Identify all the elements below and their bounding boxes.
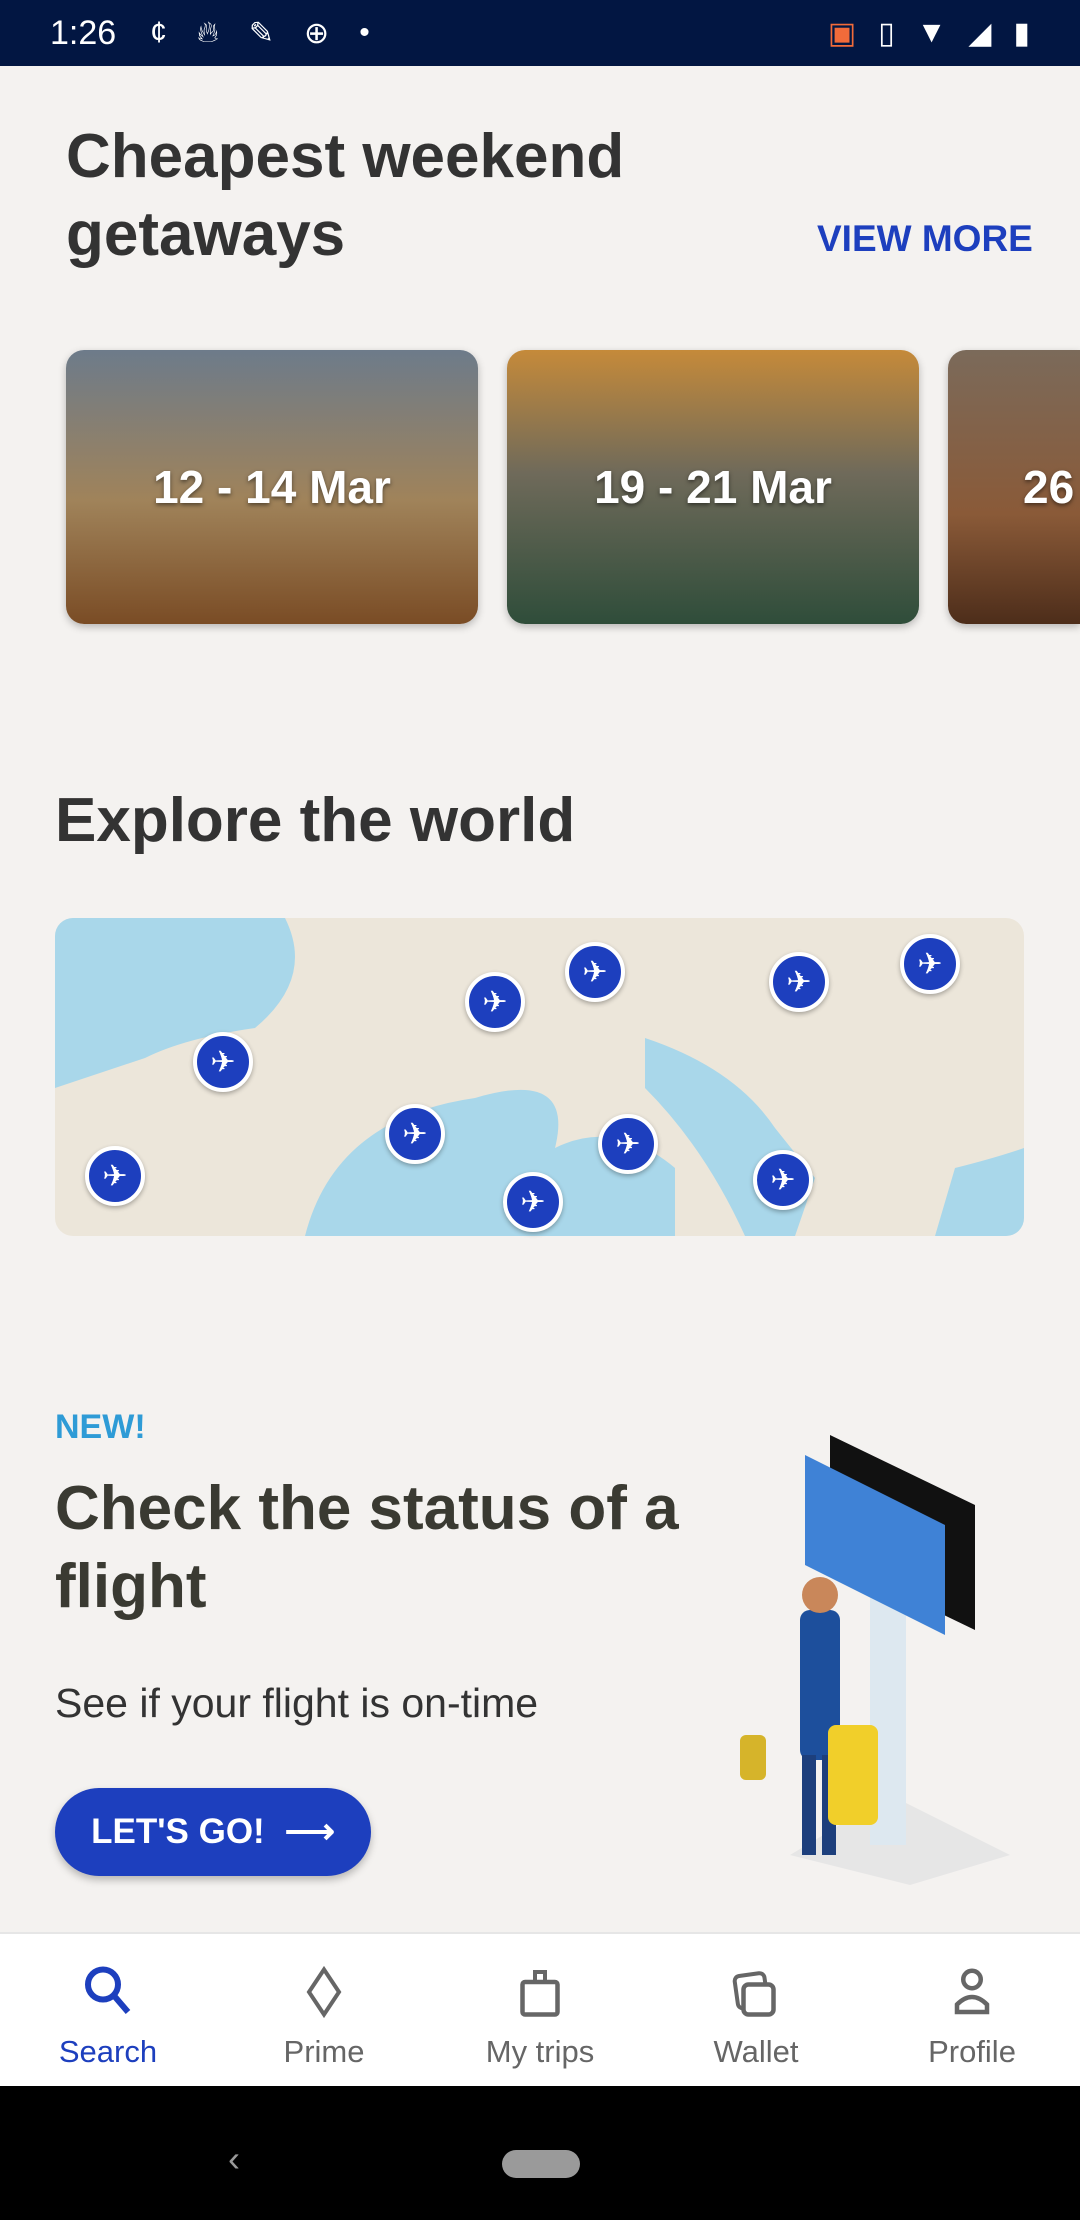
getaway-card[interactable]: 26 (948, 350, 1080, 624)
nav-prime[interactable]: Prime (216, 1934, 432, 2086)
explore-map[interactable]: ✈ ✈ ✈ ✈ ✈ ✈ ✈ ✈ ✈ ✈ (55, 918, 1024, 1236)
airport-pin-icon[interactable]: ✈ (598, 1114, 658, 1174)
new-badge: NEW! (55, 1408, 146, 1446)
signal-icon: ◢ (968, 16, 992, 50)
airport-pin-icon[interactable]: ✈ (85, 1146, 145, 1206)
nav-search[interactable]: Search (0, 1934, 216, 2086)
arrow-right-icon: ⟶ (284, 1812, 335, 1851)
getaways-title: Cheapest weekend getaways (66, 122, 625, 269)
cast-icon: ▣ (827, 16, 857, 50)
lets-go-label: LET'S GO! (91, 1812, 265, 1851)
vibrate-icon: ▯ (878, 16, 895, 50)
airport-pin-icon[interactable]: ✈ (769, 952, 829, 1012)
status-time: 1:26 (50, 13, 117, 52)
suitcase-icon (520, 1970, 560, 2017)
view-more-link[interactable]: VIEW MORE (817, 218, 1033, 260)
nav-wallet[interactable]: Wallet (648, 1934, 864, 2086)
status-bar: 1:26 ¢ 🔥︎ ✎ ⊕ • ▣ ▯ ▼ ◢ ▮ (0, 0, 1080, 66)
nav-label: Profile (928, 2034, 1016, 2069)
airport-pin-icon[interactable]: ✈ (465, 972, 525, 1032)
diamond-icon (306, 1965, 342, 2019)
profile-icon (954, 1968, 990, 2015)
card-dates: 19 - 21 Mar (594, 461, 832, 513)
flame-icon: 🔥︎ (196, 16, 219, 49)
nav-label: My trips (485, 2034, 595, 2069)
airport-pin-icon[interactable]: ✈ (900, 934, 960, 994)
flight-status-subtitle: See if your flight is on-time (55, 1680, 539, 1726)
card-dates: 26 (1023, 461, 1075, 513)
cent-icon: ¢ (150, 16, 167, 49)
traveler-illustration (740, 1435, 1010, 1885)
bottom-nav: Search Prime My trips Wallet Profile (0, 1932, 1080, 2086)
chat-plus-icon: ⊕ (304, 16, 330, 50)
lets-go-button[interactable]: LET'S GO! ⟶ (55, 1788, 371, 1876)
nav-my-trips[interactable]: My trips (432, 1934, 648, 2086)
nav-label: Prime (283, 2034, 365, 2069)
wifi-icon: ▼ (916, 15, 947, 49)
home-pill[interactable] (502, 2150, 580, 2178)
getaway-card[interactable]: 12 - 14 Mar (66, 350, 478, 624)
nav-profile[interactable]: Profile (864, 1934, 1080, 2086)
airport-pin-icon[interactable]: ✈ (503, 1172, 563, 1232)
back-icon[interactable]: ‹ (228, 2138, 240, 2180)
wallet-icon (732, 1971, 776, 2017)
edit-icon: ✎ (248, 16, 275, 50)
airport-pin-icon[interactable]: ✈ (753, 1150, 813, 1210)
getaway-card[interactable]: 19 - 21 Mar (507, 350, 919, 624)
card-dates: 12 - 14 Mar (153, 461, 391, 513)
system-nav-bar: ‹ (0, 2086, 1080, 2220)
airport-pin-icon[interactable]: ✈ (193, 1032, 253, 1092)
explore-title: Explore the world (55, 786, 576, 855)
flight-status-title: Check the status of a flight (55, 1474, 679, 1621)
airport-pin-icon[interactable]: ✈ (565, 942, 625, 1002)
airport-pin-icon[interactable]: ✈ (385, 1104, 445, 1164)
dot-icon: • (359, 16, 370, 49)
nav-label: Search (58, 2034, 158, 2069)
search-icon (85, 1966, 131, 2014)
battery-icon: ▮ (1013, 16, 1030, 50)
nav-label: Wallet (713, 2034, 799, 2069)
